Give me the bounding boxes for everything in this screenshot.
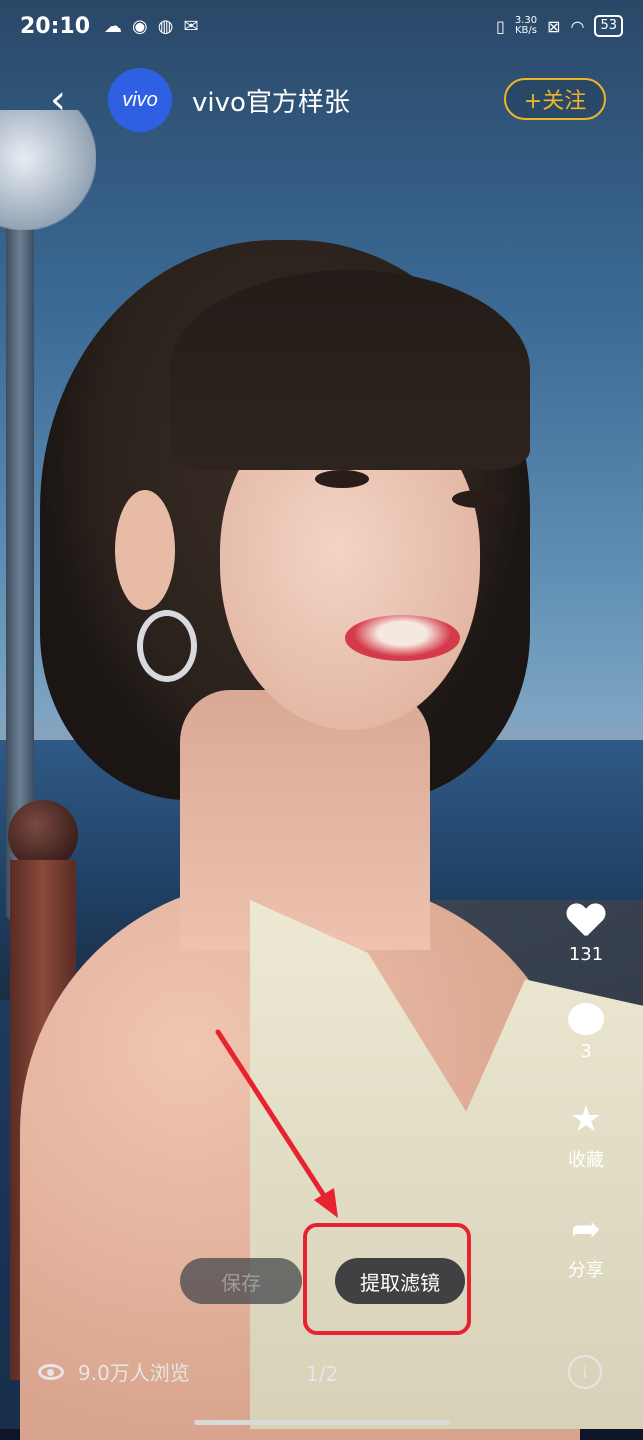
home-indicator[interactable] [194,1420,450,1425]
view-count: 9.0万人浏览 [38,1357,190,1386]
views-text: 9.0万人浏览 [78,1361,190,1385]
eye-icon [38,1363,64,1380]
page-indicator: 1/2 [306,1362,339,1386]
annotation-arrow [215,1029,338,1218]
info-icon: i [582,1361,588,1383]
info-button[interactable]: i [568,1355,602,1389]
